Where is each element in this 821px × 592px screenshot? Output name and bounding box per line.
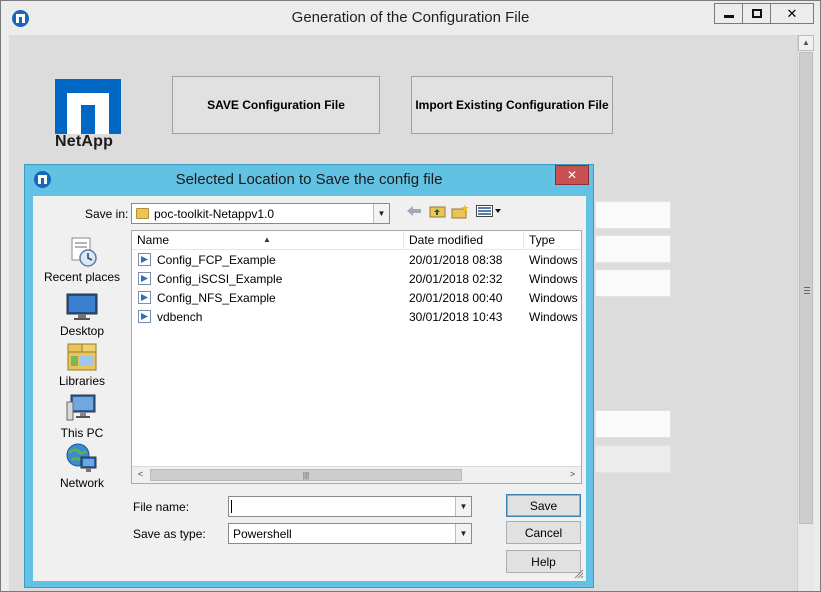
scroll-thumb[interactable]	[799, 52, 813, 524]
background-field-3[interactable]	[595, 269, 671, 297]
powershell-file-icon	[138, 310, 151, 323]
chevron-down-icon[interactable]: ▼	[455, 524, 471, 543]
new-folder-icon	[451, 203, 469, 218]
file-row[interactable]: Config_FCP_Example 20/01/2018 08:38 Wind…	[132, 251, 581, 270]
place-recent-places[interactable]: Recent places	[37, 236, 127, 284]
network-icon	[66, 442, 98, 474]
new-folder-button[interactable]	[450, 201, 470, 221]
main-titlebar[interactable]: Generation of the Configuration File ✕	[1, 1, 820, 35]
file-name-input[interactable]: ▼	[228, 496, 472, 517]
powershell-file-icon	[138, 291, 151, 304]
import-config-button[interactable]: Import Existing Configuration File	[411, 76, 613, 134]
close-button[interactable]: ✕	[770, 3, 814, 24]
main-vertical-scrollbar[interactable]: ▲	[797, 35, 814, 591]
close-icon: ✕	[566, 168, 578, 182]
scroll-grip-icon	[804, 287, 810, 294]
up-folder-icon	[429, 206, 445, 218]
background-field-5[interactable]	[595, 445, 671, 473]
text-cursor	[231, 500, 232, 513]
this-pc-icon	[66, 392, 98, 424]
folder-icon	[136, 208, 149, 219]
place-desktop[interactable]: Desktop	[37, 290, 127, 338]
netapp-wordmark: NetApp	[55, 133, 114, 150]
libraries-icon	[66, 340, 98, 372]
background-field-4[interactable]	[595, 410, 671, 438]
scroll-right-arrow-icon[interactable]: >	[564, 467, 581, 483]
resize-grip-icon[interactable]	[574, 569, 584, 579]
file-row[interactable]: vdbench 30/01/2018 10:43 Windows	[132, 308, 581, 327]
save-dialog: Selected Location to Save the config fil…	[24, 164, 594, 588]
dialog-close-button[interactable]: ✕	[555, 165, 589, 185]
view-menu-icon	[476, 205, 501, 217]
file-list-horizontal-scrollbar[interactable]: < ||| >	[132, 466, 581, 483]
scroll-left-arrow-icon[interactable]: <	[132, 467, 149, 483]
chevron-down-icon[interactable]: ▼	[455, 497, 471, 516]
dialog-body: Save in: poc-toolkit-Netappv1.0 ▼ Recent…	[33, 196, 586, 581]
recent-places-icon	[66, 236, 98, 268]
netapp-logo: NetApp	[55, 79, 121, 150]
minimize-button[interactable]	[714, 3, 743, 24]
back-button[interactable]	[404, 201, 424, 221]
powershell-file-icon	[138, 272, 151, 285]
save-button[interactable]: Save	[506, 494, 581, 517]
desktop-icon	[66, 290, 98, 322]
save-as-type-value: Powershell	[233, 527, 292, 541]
up-folder-button[interactable]	[427, 201, 447, 221]
file-name-label: File name:	[133, 500, 190, 514]
save-in-combobox[interactable]: poc-toolkit-Netappv1.0 ▼	[131, 203, 390, 224]
netapp-mark-icon	[55, 79, 121, 134]
chevron-down-icon[interactable]: ▼	[373, 204, 389, 223]
window-title: Generation of the Configuration File	[291, 9, 530, 26]
sort-ascending-icon: ▲	[263, 235, 271, 244]
column-header-name[interactable]: Name ▲	[132, 231, 404, 250]
close-icon: ✕	[786, 5, 798, 21]
save-in-label: Save in:	[85, 207, 129, 221]
place-network[interactable]: Network	[37, 442, 127, 490]
maximize-button[interactable]	[742, 3, 771, 24]
powershell-file-icon	[138, 253, 151, 266]
background-field-2[interactable]	[595, 235, 671, 263]
back-arrow-icon	[407, 206, 421, 216]
horizontal-scroll-thumb[interactable]: |||	[150, 469, 462, 481]
column-header-date[interactable]: Date modified	[404, 231, 524, 250]
dialog-title: Selected Location to Save the config fil…	[175, 171, 443, 188]
help-button[interactable]: Help	[506, 550, 581, 573]
file-row[interactable]: Config_NFS_Example 20/01/2018 00:40 Wind…	[132, 289, 581, 308]
maximize-icon	[751, 9, 762, 18]
column-header-type[interactable]: Type	[524, 231, 581, 250]
file-list[interactable]: Name ▲ Date modified Type Config_FCP_Exa…	[131, 230, 582, 484]
scroll-up-arrow-icon[interactable]: ▲	[798, 35, 814, 51]
background-field-1[interactable]	[595, 201, 671, 229]
save-as-type-select[interactable]: Powershell ▼	[228, 523, 472, 544]
file-row[interactable]: Config_iSCSI_Example 20/01/2018 02:32 Wi…	[132, 270, 581, 289]
place-libraries[interactable]: Libraries	[37, 340, 127, 388]
cancel-button[interactable]: Cancel	[506, 521, 581, 544]
view-menu-button[interactable]	[475, 201, 503, 221]
save-as-type-label: Save as type:	[133, 527, 206, 541]
scroll-grip-icon: |||	[302, 470, 310, 480]
save-in-value: poc-toolkit-Netappv1.0	[154, 207, 275, 221]
save-config-button[interactable]: SAVE Configuration File	[172, 76, 380, 134]
place-this-pc[interactable]: This PC	[37, 392, 127, 440]
minimize-icon	[723, 15, 734, 18]
